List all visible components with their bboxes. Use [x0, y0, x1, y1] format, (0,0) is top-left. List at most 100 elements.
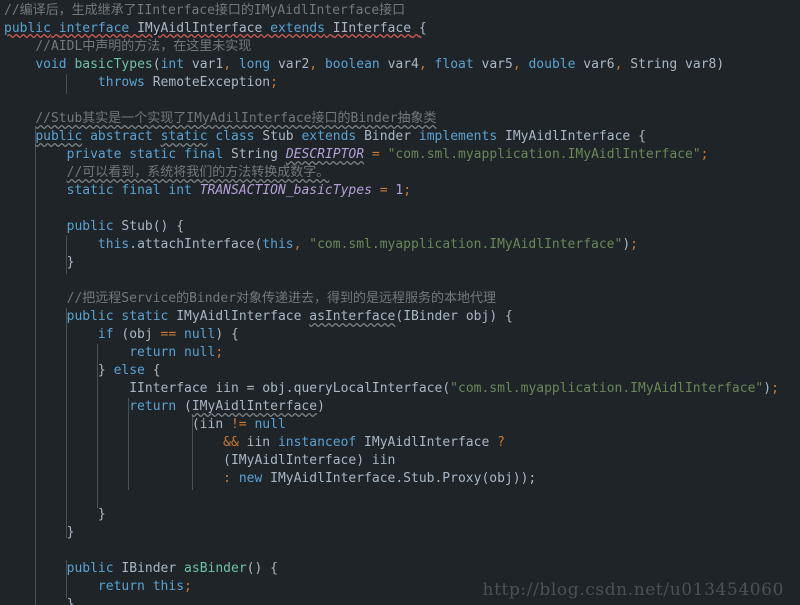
- code-line-7[interactable]: //Stub其实是一个实现了IMyAdilInterface接口的Binder抽…: [0, 110, 800, 128]
- paren-close: ): [215, 327, 224, 342]
- code-line-15[interactable]: }: [0, 254, 800, 272]
- code-line-1[interactable]: //编译后，生成继承了IInterface接口的IMyAidlInterface…: [0, 2, 800, 20]
- code-line-21[interactable]: } else {: [0, 362, 800, 380]
- keyword-public: public: [66, 561, 114, 576]
- close-brace: }: [97, 363, 106, 378]
- semicolon: ;: [215, 345, 224, 360]
- code-line-14[interactable]: this.attachInterface(this, "com.sml.myap…: [0, 236, 800, 254]
- null-literal: null: [246, 417, 286, 432]
- code-editor-view: //编译后，生成继承了IInterface接口的IMyAidlInterface…: [0, 0, 800, 605]
- code-line-27[interactable]: : new IMyAidlInterface.Stub.Proxy(obj));: [0, 470, 800, 488]
- field-transaction-basictypes: TRANSACTION_basicTypes: [199, 183, 372, 198]
- open-brace: {: [418, 21, 427, 36]
- ternary-colon: :: [223, 471, 231, 486]
- type-iinterface: IInterface: [129, 381, 208, 396]
- code-line-31-blank[interactable]: [0, 542, 800, 560]
- type-float: float: [434, 57, 474, 72]
- code-line-28-blank[interactable]: [0, 488, 800, 506]
- param-var1: var1: [184, 57, 224, 72]
- keyword-static: static: [160, 129, 208, 144]
- open-brace: {: [231, 327, 239, 342]
- code-line-17[interactable]: //把远程Service的Binder对象传递进去，得到的是远程服务的本地代理: [0, 290, 800, 308]
- keyword-public: public: [35, 129, 83, 144]
- code-line-24[interactable]: (iin != null: [0, 416, 800, 434]
- code-line-26[interactable]: (IMyAidlInterface) iin: [0, 452, 800, 470]
- close-brace: }: [66, 525, 75, 540]
- constructor-name: Stub: [121, 219, 153, 234]
- param-var4: var4: [379, 57, 419, 72]
- open-brace: {: [176, 219, 185, 234]
- code-line-11[interactable]: static final int TRANSACTION_basicTypes …: [0, 182, 800, 200]
- semicolon: ;: [771, 381, 779, 396]
- assign-operator: =: [371, 147, 380, 162]
- code-line-9[interactable]: private static final String DESCRIPTOR =…: [0, 146, 800, 164]
- keyword-return: return: [129, 399, 177, 414]
- and-operator: &&: [223, 435, 239, 450]
- keyword-new: new: [238, 471, 263, 486]
- keyword-void: void: [35, 57, 67, 72]
- keyword-implements: implements: [418, 129, 498, 144]
- comment-text: //可以看到，系统将我们的方法转换成数字。: [66, 165, 330, 180]
- paren-close: ): [622, 237, 631, 252]
- comment-text: //AIDL中声明的方法，在这里未实现: [35, 39, 252, 54]
- param-var2: var2: [270, 57, 310, 72]
- comma: ,: [512, 57, 521, 72]
- code-line-13[interactable]: public Stub() {: [0, 218, 800, 236]
- type-String: String: [630, 57, 678, 72]
- code-line-29[interactable]: }: [0, 506, 800, 524]
- field-descriptor: DESCRIPTOR: [285, 147, 365, 162]
- code-lines[interactable]: //编译后，生成继承了IInterface接口的IMyAidlInterface…: [0, 2, 800, 605]
- keyword-static: static: [129, 147, 177, 162]
- keyword-private: private: [66, 147, 122, 162]
- code-line-30[interactable]: }: [0, 524, 800, 542]
- method-attachinterface: attachInterface: [137, 237, 255, 252]
- not-equal-operator: !=: [230, 417, 247, 432]
- semicolon: ;: [700, 147, 709, 162]
- keyword-interface: interface: [58, 21, 130, 36]
- code-line-18[interactable]: public static IMyAidlInterface asInterfa…: [0, 308, 800, 326]
- type-imyaidlinterface: IMyAidlInterface: [356, 435, 498, 450]
- keyword-this: this: [152, 579, 185, 594]
- condition-open: (iin: [191, 417, 231, 432]
- comma: ,: [309, 57, 318, 72]
- keyword-static: static: [66, 183, 114, 198]
- keyword-return: return: [97, 579, 145, 594]
- code-line-3[interactable]: //AIDL中声明的方法，在这里未实现: [0, 38, 800, 56]
- code-line-5[interactable]: throws RemoteException;: [0, 74, 800, 92]
- code-line-12-blank[interactable]: [0, 200, 800, 218]
- keyword-this: this: [97, 237, 130, 252]
- code-line-8[interactable]: public abstract static class Stub extend…: [0, 128, 800, 146]
- comment-text: //Stub其实是一个实现了IMyAdilInterface接口的Binder抽…: [35, 111, 437, 126]
- code-line-23[interactable]: return (IMyAidlInterface): [0, 398, 800, 416]
- keyword-public: public: [66, 219, 114, 234]
- paren-open: (: [442, 381, 451, 396]
- open-brace: {: [152, 363, 161, 378]
- code-line-25[interactable]: && iin instanceof IMyAidlInterface ?: [0, 434, 800, 452]
- code-line-10[interactable]: //可以看到，系统将我们的方法转换成数字。: [0, 164, 800, 182]
- code-line-2[interactable]: public interface IMyAidlInterface extend…: [0, 20, 800, 38]
- parens: (): [246, 561, 263, 576]
- code-line-4[interactable]: void basicTypes(int var1, long var2, boo…: [0, 56, 800, 74]
- code-line-6-blank[interactable]: [0, 92, 800, 110]
- close-brace: }: [66, 597, 75, 605]
- return-type: IMyAidlInterface: [176, 309, 302, 324]
- comma: ,: [223, 57, 232, 72]
- assign-operator: =: [379, 183, 388, 198]
- code-line-20[interactable]: return null;: [0, 344, 800, 362]
- super-type: IInterface: [332, 21, 412, 36]
- ternary-question: ?: [497, 435, 505, 450]
- method-querylocalinterface: queryLocalInterface: [293, 381, 443, 396]
- code-line-22[interactable]: IInterface iin = obj.queryLocalInterface…: [0, 380, 800, 398]
- keyword-else: else: [113, 363, 145, 378]
- comment-text: //把远程Service的Binder对象传递进去，得到的是远程服务的本地代理: [66, 291, 497, 306]
- return-type-ibinder: IBinder: [121, 561, 177, 576]
- dot: .: [129, 237, 138, 252]
- code-line-16-blank[interactable]: [0, 272, 800, 290]
- param-var8: var8: [677, 57, 717, 72]
- var-iin: iin: [238, 435, 278, 450]
- arg-this: this: [262, 237, 294, 252]
- parens: (): [152, 219, 169, 234]
- code-line-19[interactable]: if (obj == null) {: [0, 326, 800, 344]
- code-line-32[interactable]: public IBinder asBinder() {: [0, 560, 800, 578]
- keyword-instanceof: instanceof: [277, 435, 357, 450]
